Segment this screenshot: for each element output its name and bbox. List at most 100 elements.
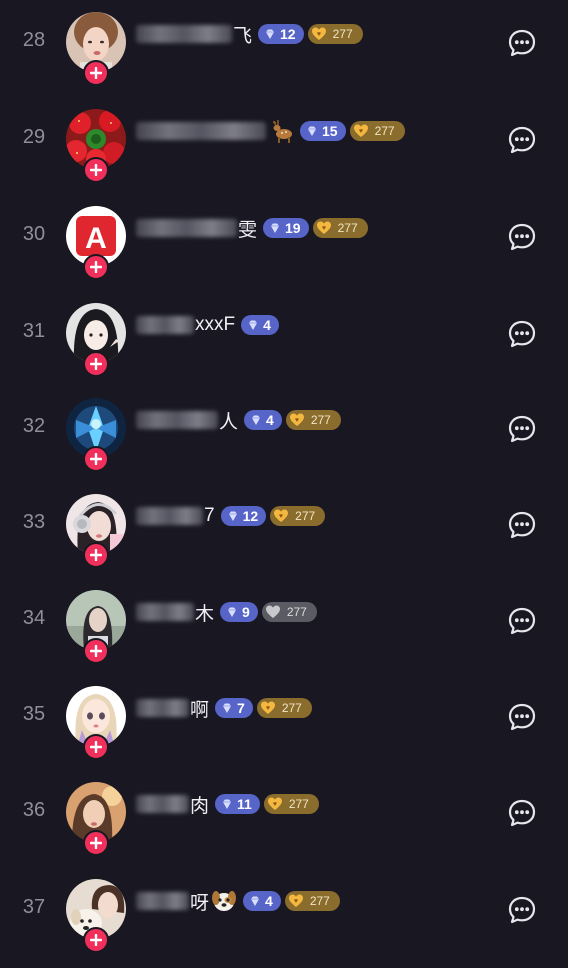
ranking-row[interactable]: 33 7 12 ♥ 277 xyxy=(0,494,568,590)
user-name-line: 肉 11 ♥ 277 xyxy=(136,792,319,817)
level-value: 4 xyxy=(263,317,271,333)
username-visible-part: 啊 xyxy=(190,699,210,721)
plus-icon xyxy=(90,453,102,465)
ranking-row[interactable]: 31 xxxF 4 xyxy=(0,303,568,399)
follow-button[interactable] xyxy=(83,254,109,280)
plus-icon xyxy=(90,67,102,79)
svg-text:♥: ♥ xyxy=(294,898,298,905)
level-diamond-icon xyxy=(251,896,260,906)
message-button[interactable] xyxy=(507,319,537,349)
level-diamond-icon xyxy=(223,703,232,713)
chat-bubble-icon xyxy=(508,511,536,539)
level-diamond-icon xyxy=(308,126,316,136)
level-badge: 4 xyxy=(244,410,282,430)
message-button[interactable] xyxy=(507,895,537,925)
level-diamond-icon xyxy=(266,29,275,39)
follow-button[interactable] xyxy=(83,638,109,664)
follow-button[interactable] xyxy=(83,927,109,953)
level-value: 7 xyxy=(237,700,245,716)
rank-number: 30 xyxy=(22,223,46,245)
level-badge: 4 xyxy=(243,891,281,911)
rank-number: 29 xyxy=(22,126,46,148)
blurred-username xyxy=(136,122,266,140)
follow-button[interactable] xyxy=(83,734,109,760)
chat-bubble-icon xyxy=(508,896,536,924)
plus-icon xyxy=(90,358,102,370)
level-value: 4 xyxy=(266,412,274,428)
fan-club-badge: ♥ 277 xyxy=(256,698,312,718)
ranking-row[interactable]: 36 肉 11 ♥ 277 xyxy=(0,782,568,878)
level-badge: 4 xyxy=(241,315,279,335)
user-name-line: 呀 4 ♥ 277 xyxy=(136,889,340,914)
follow-button[interactable] xyxy=(83,157,109,183)
plus-icon xyxy=(90,645,102,657)
fan-club-badge: ♥ 277 xyxy=(263,794,319,814)
svg-text:A: A xyxy=(85,222,107,255)
message-button[interactable] xyxy=(507,606,537,636)
heart-icon: ♥ xyxy=(353,123,375,139)
rank-number: 28 xyxy=(22,29,46,51)
heart-icon: ♥ xyxy=(260,700,282,716)
blurred-username xyxy=(136,699,189,717)
ranking-row[interactable]: 34 木 9 277 xyxy=(0,590,568,686)
fan-club-count: 277 xyxy=(337,221,358,235)
heart-icon: ♥ xyxy=(311,26,333,42)
heart-icon: ♥ xyxy=(289,412,311,428)
blurred-username xyxy=(136,411,218,429)
fan-club-badge: ♥ 277 xyxy=(312,218,368,238)
chat-bubble-icon xyxy=(508,126,536,154)
level-badge: 9 xyxy=(220,602,258,622)
level-value: 11 xyxy=(237,796,252,812)
ranking-row[interactable]: 30 A 雯 19 ♥ 277 xyxy=(0,206,568,302)
level-badge: 15 xyxy=(300,121,346,141)
message-button[interactable] xyxy=(507,222,537,252)
ranking-row[interactable]: 35 啊 7 ♥ 277 xyxy=(0,686,568,782)
message-button[interactable] xyxy=(507,510,537,540)
fan-club-badge: 277 xyxy=(261,602,317,622)
fan-club-badge: ♥ 277 xyxy=(307,24,363,44)
message-button[interactable] xyxy=(507,702,537,732)
follow-button[interactable] xyxy=(83,830,109,856)
chat-bubble-icon xyxy=(508,29,536,57)
username-visible-part: 飞 xyxy=(233,25,253,47)
fan-club-count: 277 xyxy=(309,894,330,908)
blurred-username xyxy=(136,603,194,621)
user-name-line: 人 4 ♥ 277 xyxy=(136,408,341,433)
deer-emoji-icon xyxy=(268,119,294,143)
ranking-row[interactable]: 37 呀 4 ♥ 277 xyxy=(0,879,568,968)
blurred-username xyxy=(136,316,194,334)
heart-icon xyxy=(265,604,287,620)
message-button[interactable] xyxy=(507,798,537,828)
dog-emoji-icon xyxy=(211,889,237,913)
message-button[interactable] xyxy=(507,125,537,155)
ranking-row[interactable]: 29 15 ♥ 277 xyxy=(0,109,568,205)
username-visible-part: 雯 xyxy=(238,219,258,241)
blurred-username xyxy=(136,507,203,525)
blurred-username xyxy=(136,219,237,237)
heart-icon: ♥ xyxy=(273,508,295,524)
level-value: 12 xyxy=(242,508,259,524)
message-button[interactable] xyxy=(507,28,537,58)
blurred-username xyxy=(136,795,189,813)
user-name-line: 啊 7 ♥ 277 xyxy=(136,696,312,721)
follow-button[interactable] xyxy=(83,542,109,568)
heart-icon: ♥ xyxy=(316,220,338,236)
fan-club-count: 277 xyxy=(286,605,307,619)
username-visible-part: 木 xyxy=(195,603,215,625)
ranking-row[interactable]: 32 人 4 ♥ 277 xyxy=(0,398,568,494)
level-diamond-icon xyxy=(228,607,237,617)
follow-button[interactable] xyxy=(83,351,109,377)
message-button[interactable] xyxy=(507,414,537,444)
level-value: 15 xyxy=(322,123,338,139)
fan-club-count: 277 xyxy=(288,797,309,811)
chat-bubble-icon xyxy=(508,223,536,251)
ranking-row[interactable]: 28 飞 12 ♥ 277 xyxy=(0,12,568,108)
plus-icon xyxy=(90,741,102,753)
fan-club-badge: ♥ 277 xyxy=(349,121,405,141)
follow-button[interactable] xyxy=(83,446,109,472)
username-visible-part: xxxF xyxy=(195,314,236,335)
username-visible-part: 呀 xyxy=(190,892,210,914)
fan-club-badge: ♥ 277 xyxy=(285,410,341,430)
user-name-line: 7 12 ♥ 277 xyxy=(136,504,326,528)
follow-button[interactable] xyxy=(83,60,109,86)
